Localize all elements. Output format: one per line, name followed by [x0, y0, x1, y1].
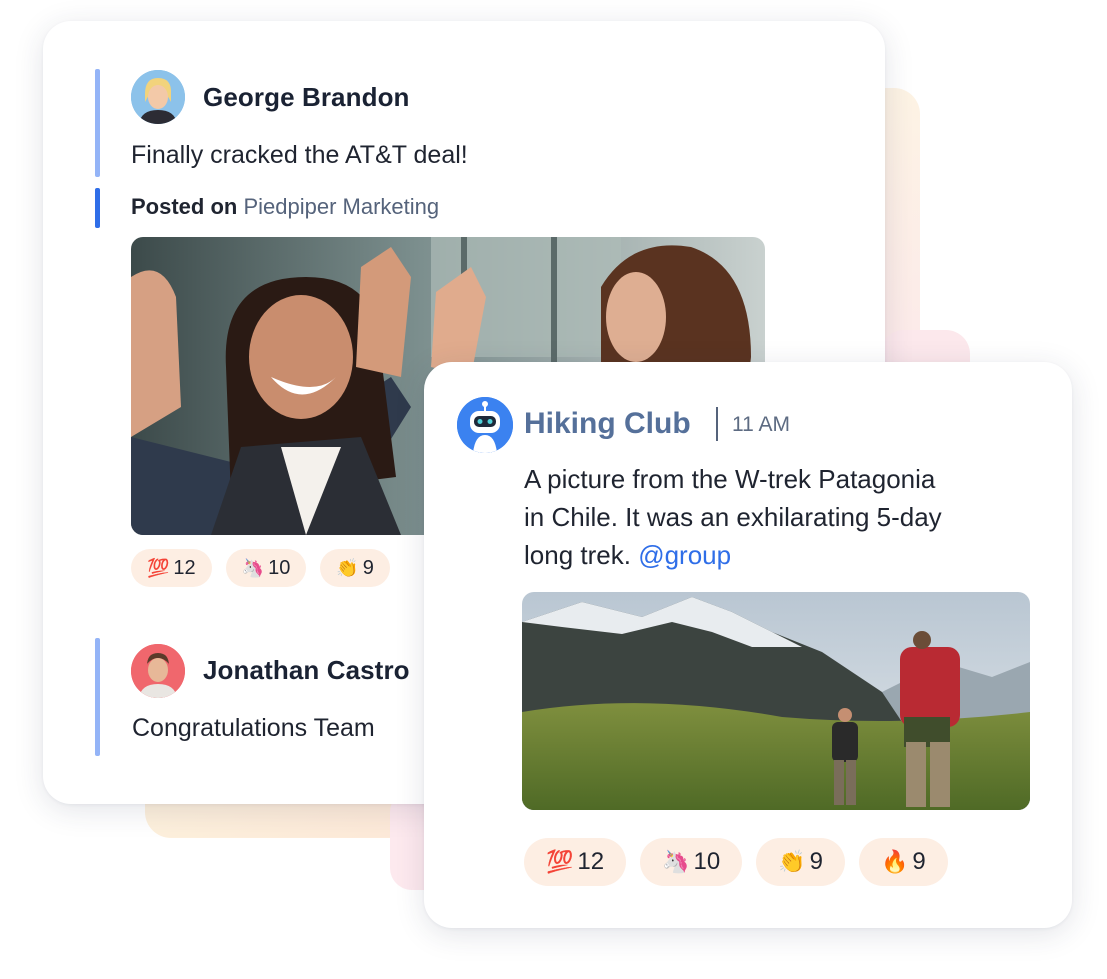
patagonia-photo[interactable] — [522, 592, 1030, 810]
reaction-clap[interactable]: 👏 9 — [756, 838, 845, 886]
reaction-count: 10 — [268, 556, 291, 579]
posted-on-line: Posted on Piedpiper Marketing — [131, 194, 439, 220]
reaction-count: 9 — [912, 848, 926, 875]
author-name[interactable]: George Brandon — [203, 82, 410, 113]
author-name[interactable]: Jonathan Castro — [203, 655, 410, 686]
george-avatar[interactable] — [131, 70, 185, 124]
hiking-message: A picture from the W-trek Patagonia in C… — [524, 460, 1024, 574]
hiking-club-card: Hiking Club 11 AM A picture from the W-t… — [424, 362, 1072, 928]
message-line: in Chile. It was an exhilarating 5-day — [524, 502, 942, 532]
reaction-unicorn[interactable]: 🦄 10 — [225, 549, 307, 587]
post-message: Congratulations Team — [132, 714, 375, 742]
group-name[interactable]: Hiking Club — [524, 407, 691, 441]
group-mention[interactable]: @group — [638, 540, 731, 570]
reaction-count: 9 — [809, 848, 823, 875]
reaction-count: 12 — [577, 848, 605, 875]
thread-bar — [95, 638, 100, 756]
posted-on-label: Posted on — [131, 194, 238, 219]
reaction-count: 12 — [173, 556, 196, 579]
header-divider — [716, 407, 718, 441]
bot-avatar[interactable] — [457, 397, 513, 453]
message-line: long trek. — [524, 540, 631, 570]
unicorn-icon: 🦄 — [241, 557, 265, 579]
channel-bar — [95, 188, 100, 228]
reaction-clap[interactable]: 👏 9 — [320, 549, 390, 587]
reaction-fire[interactable]: 🔥 9 — [858, 838, 948, 886]
fire-icon: 🔥 — [880, 849, 909, 875]
feed-reactions: 💯 12 🦄 10 👏 9 — [131, 549, 390, 587]
reaction-count: 10 — [693, 848, 721, 875]
hiking-reactions: 💯 12 🦄 10 👏 9 🔥 9 — [524, 838, 948, 886]
clapping-hands-icon: 👏 — [336, 557, 359, 579]
thread-bar — [95, 69, 100, 177]
jonathan-avatar[interactable] — [131, 644, 185, 698]
message-line: A picture from the W-trek Patagonia — [524, 464, 936, 494]
channel-link[interactable]: Piedpiper Marketing — [243, 194, 439, 219]
post-timestamp: 11 AM — [732, 413, 790, 436]
hundred-points-icon: 💯 — [147, 557, 170, 579]
hundred-points-icon: 💯 — [546, 849, 574, 875]
message-line-last: long trek. @group — [524, 536, 1024, 574]
post-message: Finally cracked the AT&T deal! — [131, 141, 468, 169]
reaction-hundred[interactable]: 💯 12 — [131, 549, 212, 587]
unicorn-icon: 🦄 — [662, 849, 690, 875]
reaction-unicorn[interactable]: 🦄 10 — [640, 838, 743, 886]
reaction-hundred[interactable]: 💯 12 — [524, 838, 627, 886]
clapping-hands-icon: 👏 — [778, 849, 806, 875]
reaction-count: 9 — [362, 556, 374, 579]
